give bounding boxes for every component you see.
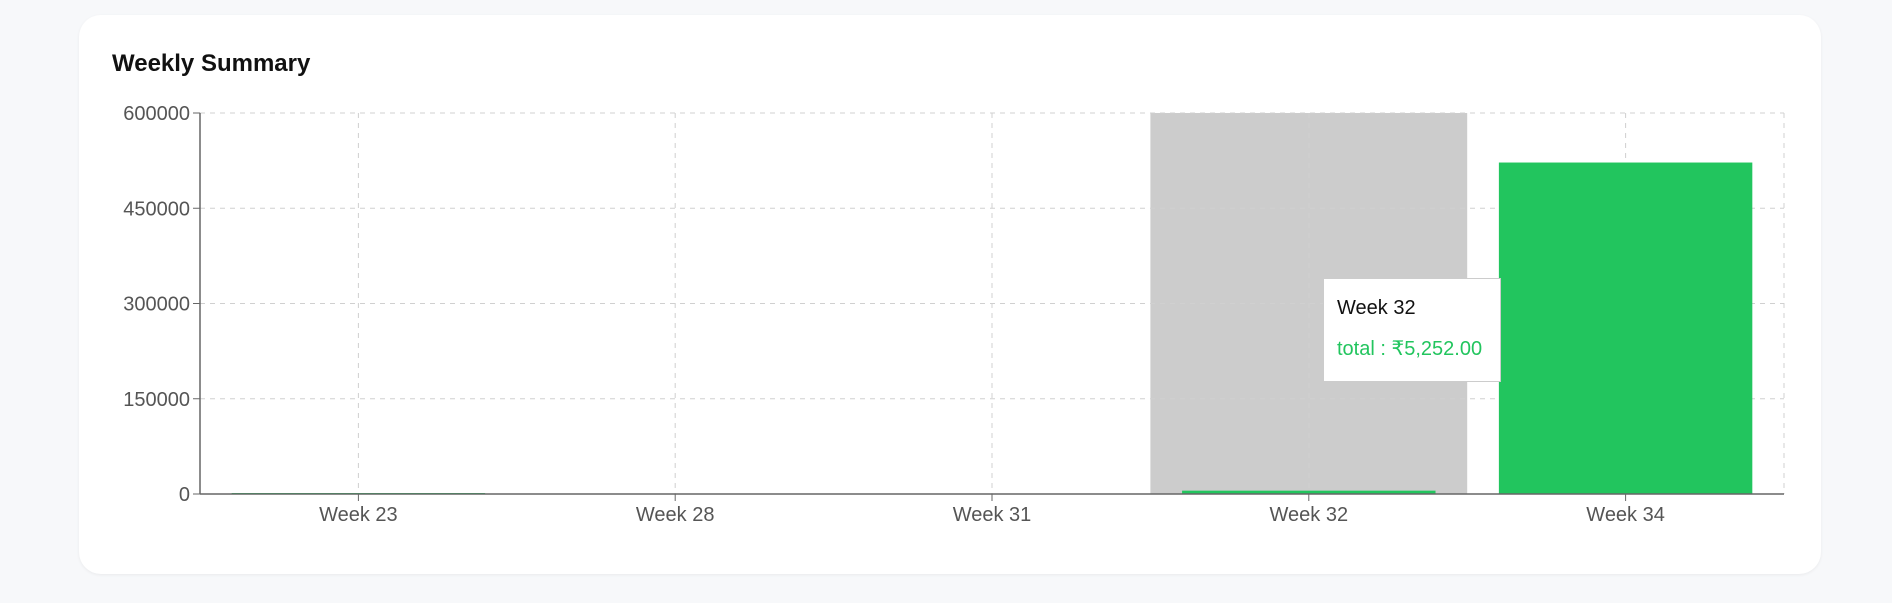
y-tick-label: 0 [179, 484, 190, 506]
x-tick-label: Week 28 [636, 504, 715, 526]
x-tick-label: Week 31 [953, 504, 1032, 526]
x-tick-label: Week 34 [1586, 504, 1665, 526]
y-tick-label: 300000 [123, 294, 190, 316]
bar-chart: 0 150000 300000 450000 600000 Week 23 Week 28 W… [123, 103, 1785, 526]
y-tick-label: 600000 [123, 103, 190, 125]
bar-week-34 [1498, 162, 1753, 494]
x-tick-label: Week 23 [319, 504, 398, 526]
chart-tooltip: Week 32 total : ₹5,252.00 [1323, 278, 1501, 382]
tooltip-value-text: ₹5,252.00 [1391, 338, 1483, 360]
tooltip-separator: : [1374, 338, 1392, 360]
tooltip-label: Week 32 [1337, 297, 1416, 319]
x-tick-label: Week 32 [1270, 504, 1349, 526]
tooltip-value: total : ₹5,252.00 [1337, 336, 1487, 361]
y-tick-label: 150000 [123, 389, 190, 411]
tooltip-series-key: total [1337, 338, 1375, 360]
y-tick-label: 450000 [123, 198, 190, 220]
